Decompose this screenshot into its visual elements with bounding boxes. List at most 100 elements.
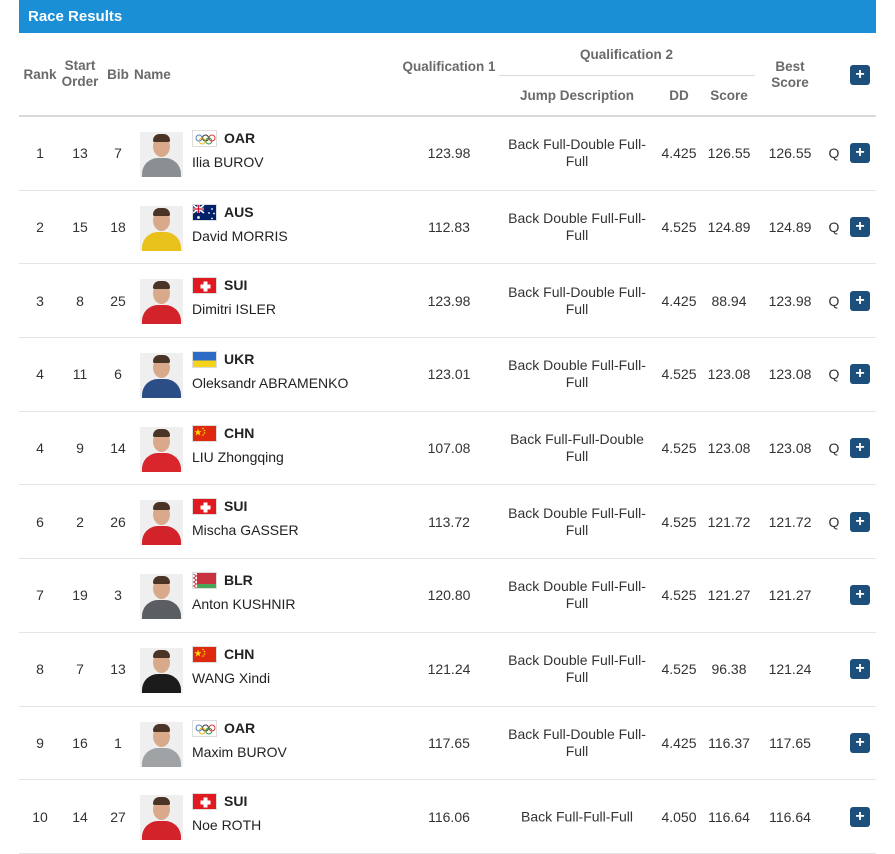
plus-icon[interactable]: + (850, 438, 870, 459)
rank-cell: 4 (36, 440, 44, 457)
plus-icon[interactable]: + (850, 659, 870, 680)
expand-row-button[interactable]: + (850, 732, 870, 753)
bib-cell: 18 (110, 219, 126, 236)
jump-description: Back Double Full-Full-Full (508, 357, 646, 391)
athlete-photo (140, 279, 183, 325)
rank-cell: 3 (36, 292, 44, 309)
expand-row-button[interactable]: + (850, 217, 870, 238)
panel-title: Race Results (19, 0, 876, 33)
expand-row-button[interactable]: + (850, 364, 870, 385)
bib-cell: 7 (114, 145, 122, 162)
bib-cell: 27 (110, 808, 126, 825)
qualified-marker: Q (828, 513, 840, 530)
plus-icon[interactable]: + (850, 806, 870, 827)
athlete-name: WANG Xindi (192, 669, 271, 686)
noc-code: SUI (224, 793, 248, 810)
australia-flag-icon (192, 203, 217, 221)
header-score: Score (710, 88, 748, 103)
qualification-2-divider (499, 75, 755, 76)
plus-icon[interactable]: + (850, 290, 870, 311)
bib-cell: 25 (110, 292, 126, 309)
expand-row-button[interactable]: + (850, 290, 870, 311)
qualified-marker: Q (828, 292, 840, 309)
jump-description: Back Full-Double Full-Full (508, 283, 646, 317)
start-order-cell: 2 (76, 513, 84, 530)
noc-code: OAR (224, 130, 256, 146)
athlete-name: Dimitri ISLER (192, 301, 277, 318)
expand-row-button[interactable]: + (850, 806, 870, 827)
expand-row-button[interactable]: + (850, 511, 870, 532)
table-row: 6 2 26 SUI Mischa GASSER 113.72 Back Double Fu… (19, 485, 876, 560)
bib-cell: 3 (114, 587, 122, 604)
athlete-name: David MORRIS (192, 227, 288, 244)
table-row: 7 19 3 BLR Anton KUSHNIR 120.80 Back Double Fu… (19, 559, 876, 633)
qualification-1-score: 120.80 (427, 587, 471, 604)
table-row: 4 11 6 UKR Oleksandr ABRAMENKO 123.01 Back Dou… (19, 338, 876, 412)
plus-icon[interactable]: + (850, 65, 870, 85)
qualified-marker: Q (828, 440, 840, 457)
qualification-1-score: 112.83 (428, 219, 470, 236)
start-order-cell: 8 (76, 292, 84, 309)
rank-cell: 2 (36, 219, 44, 236)
qualification-1-score: 123.98 (427, 145, 471, 162)
start-order-cell: 9 (76, 440, 84, 457)
expand-row-button[interactable]: + (850, 438, 870, 459)
plus-icon[interactable]: + (850, 364, 870, 385)
plus-icon[interactable]: + (850, 585, 870, 606)
best-score-cell: 117.65 (769, 734, 811, 751)
dd-cell: 4.425 (661, 292, 697, 309)
rank-cell: 8 (36, 661, 44, 678)
start-order-cell: 15 (72, 219, 88, 236)
best-score-cell: 121.27 (768, 587, 812, 604)
bib-cell: 6 (114, 366, 122, 383)
dd-cell: 4.525 (661, 366, 697, 383)
bib-cell: 1 (114, 734, 122, 751)
plus-icon[interactable]: + (850, 217, 870, 238)
results-table-body: 1 13 7 OAR Ilia BUROV 123.98 Back Full-Double … (19, 117, 876, 854)
race-results-panel: Race Results Rank Start Order Bib Name Q… (19, 0, 876, 854)
header-qualification-1: Qualification 1 (402, 59, 496, 74)
expand-row-button[interactable]: + (850, 659, 870, 680)
athlete-photo (140, 132, 183, 177)
athlete-photo (140, 426, 183, 472)
noc-code: CHN (224, 645, 255, 662)
expand-all-button[interactable]: + (850, 65, 870, 85)
score-cell: 116.64 (708, 808, 750, 825)
noc-code: AUS (224, 203, 254, 220)
score-cell: 126.55 (707, 145, 751, 162)
ukraine-flag-icon (192, 351, 217, 369)
header-jump-description: Jump Description (519, 88, 635, 103)
score-cell: 96.38 (711, 661, 747, 678)
best-score-cell: 124.89 (768, 219, 812, 236)
bib-cell: 13 (110, 661, 126, 678)
expand-row-button[interactable]: + (850, 585, 870, 606)
best-score-cell: 121.24 (768, 661, 812, 678)
table-row: 3 8 25 SUI Dimitri ISLER 123.98 Back Full-Doub… (19, 264, 876, 339)
qualification-1-score: 116.06 (428, 808, 470, 825)
noc-code: SUI (224, 498, 248, 515)
table-row: 4 9 14 CHN LIU Zhongqing 107.08 Back Full-Full… (19, 412, 876, 486)
olympic-rings-flag-icon (192, 719, 217, 737)
plus-icon[interactable]: + (850, 511, 870, 532)
header-qualification-2: Qualification 2 (579, 47, 674, 62)
jump-description: Back Full-Double Full-Full (508, 136, 646, 170)
switzerland-flag-icon (192, 498, 217, 516)
start-order-cell: 14 (72, 808, 88, 825)
rank-cell: 7 (36, 587, 44, 604)
table-row: 1 13 7 OAR Ilia BUROV 123.98 Back Full-Double … (19, 117, 876, 191)
score-cell: 121.72 (707, 513, 751, 530)
rank-cell: 9 (36, 734, 44, 751)
athlete-photo (140, 721, 183, 767)
jump-description: Back Double Full-Full-Full (508, 652, 646, 686)
plus-icon[interactable]: + (850, 143, 870, 164)
athlete-photo (140, 574, 183, 620)
switzerland-flag-icon (192, 277, 217, 295)
header-rank: Rank (23, 67, 57, 82)
header-name: Name (134, 67, 171, 82)
plus-icon[interactable]: + (850, 732, 870, 753)
best-score-cell: 116.64 (769, 808, 811, 825)
expand-row-button[interactable]: + (850, 143, 870, 164)
dd-cell: 4.525 (661, 661, 697, 678)
best-score-cell: 123.98 (768, 292, 812, 309)
china-flag-icon (192, 424, 217, 442)
